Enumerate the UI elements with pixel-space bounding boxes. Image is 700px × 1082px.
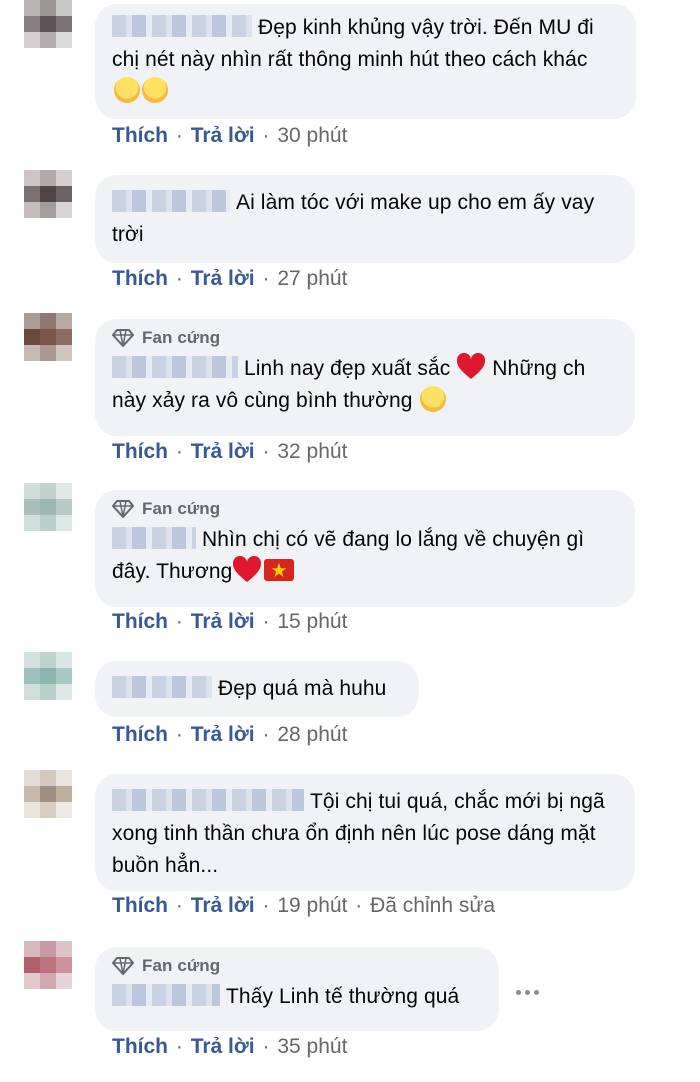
face-with-hand-over-mouth-emoji <box>142 77 168 103</box>
like-link[interactable]: Thích <box>112 894 168 917</box>
avatar[interactable] <box>24 770 72 818</box>
commenter-name-blurred[interactable] <box>112 15 252 37</box>
comment-bubble: Tội chị tui quá, chắc mới bị ngã xong ti… <box>95 774 635 891</box>
separator-dot: · <box>175 1035 183 1058</box>
avatar[interactable] <box>24 170 72 218</box>
comment-bubble: Ai làm tóc với make up cho em ấy vay trờ… <box>95 175 635 263</box>
separator-dot: · <box>175 267 183 290</box>
reply-link[interactable]: Trả lời <box>191 1035 255 1058</box>
separator-dot: · <box>262 610 270 633</box>
like-link[interactable]: Thích <box>112 124 168 147</box>
commenter-name-blurred[interactable] <box>112 190 230 212</box>
comment-actions: Thích · Trả lời · 30 phút <box>112 124 347 148</box>
commenter-name-blurred[interactable] <box>112 789 304 811</box>
like-link[interactable]: Thích <box>112 1035 168 1058</box>
face-with-hand-over-mouth-emoji <box>114 77 140 103</box>
heart-emoji <box>233 556 262 582</box>
like-link[interactable]: Thích <box>112 440 168 463</box>
comment-text: Linh nay đẹp xuất sắc <box>244 357 451 380</box>
separator-dot: · <box>355 894 363 917</box>
commenter-name-blurred[interactable] <box>112 984 220 1006</box>
top-fan-badge[interactable]: Fan cứng <box>112 953 483 979</box>
separator-dot: · <box>175 723 183 746</box>
top-fan-badge[interactable]: Fan cứng <box>112 496 619 522</box>
separator-dot: · <box>262 894 270 917</box>
timestamp[interactable]: 30 phút <box>277 124 347 147</box>
like-link[interactable]: Thích <box>112 267 168 290</box>
comment-actions: Thích · Trả lời · 35 phút <box>112 1035 347 1059</box>
comment-text: Thấy Linh tế thường quá <box>226 985 460 1008</box>
timestamp[interactable]: 27 phút <box>277 267 347 290</box>
avatar[interactable] <box>24 0 72 48</box>
comment-actions: Thích · Trả lời · 19 phút · Đã chỉnh sửa <box>112 894 495 918</box>
separator-dot: · <box>262 440 270 463</box>
separator-dot: · <box>175 440 183 463</box>
more-dots-icon[interactable] <box>516 986 544 998</box>
commenter-name-blurred[interactable] <box>112 527 196 549</box>
reply-link[interactable]: Trả lời <box>191 267 255 290</box>
timestamp[interactable]: 15 phút <box>277 610 347 633</box>
comment-bubble: Fan cứng Linh nay đẹp xuất sắc Những ch … <box>95 319 635 436</box>
reply-link[interactable]: Trả lời <box>191 124 255 147</box>
badge-label: Fan cứng <box>142 956 221 975</box>
separator-dot: · <box>175 610 183 633</box>
comment-text: Đẹp quá mà huhu <box>218 677 387 700</box>
like-link[interactable]: Thích <box>112 723 168 746</box>
relieved-face-emoji <box>420 386 447 412</box>
timestamp[interactable]: 32 phút <box>277 440 347 463</box>
separator-dot: · <box>175 124 183 147</box>
badge-label: Fan cứng <box>142 499 221 518</box>
timestamp[interactable]: 35 phút <box>277 1035 347 1058</box>
top-fan-badge[interactable]: Fan cứng <box>112 325 619 351</box>
comment-actions: Thích · Trả lời · 15 phút <box>112 610 347 634</box>
timestamp[interactable]: 19 phút <box>277 894 347 917</box>
diamond-icon <box>112 329 134 347</box>
reply-link[interactable]: Trả lời <box>191 723 255 746</box>
vietnam-flag-emoji <box>264 559 295 581</box>
separator-dot: · <box>175 894 183 917</box>
diamond-icon <box>112 500 134 518</box>
like-link[interactable]: Thích <box>112 610 168 633</box>
avatar[interactable] <box>24 941 72 989</box>
reply-link[interactable]: Trả lời <box>191 610 255 633</box>
heart-emoji <box>457 353 486 379</box>
reply-link[interactable]: Trả lời <box>191 440 255 463</box>
comment-bubble: Fan cứng Nhìn chị có vẽ đang lo lắng về … <box>95 490 635 607</box>
separator-dot: · <box>262 1035 270 1058</box>
commenter-name-blurred[interactable] <box>112 356 238 378</box>
comment-bubble: Fan cứng Thấy Linh tế thường quá <box>95 947 499 1031</box>
commenter-name-blurred[interactable] <box>112 676 212 698</box>
badge-label: Fan cứng <box>142 328 221 347</box>
comment-bubble: Đẹp quá mà huhu <box>95 661 419 717</box>
separator-dot: · <box>262 267 270 290</box>
comment-actions: Thích · Trả lời · 27 phút <box>112 267 347 291</box>
avatar[interactable] <box>24 313 72 361</box>
comment-bubble: Đẹp kinh khủng vậy trời. Đến MU đi chị n… <box>95 4 636 119</box>
separator-dot: · <box>262 124 270 147</box>
avatar[interactable] <box>24 483 72 531</box>
timestamp[interactable]: 28 phút <box>277 723 347 746</box>
comment-actions: Thích · Trả lời · 28 phút <box>112 723 347 747</box>
edited-label[interactable]: Đã chỉnh sửa <box>370 894 495 917</box>
avatar[interactable] <box>24 652 72 700</box>
diamond-icon <box>112 957 134 975</box>
comment-actions: Thích · Trả lời · 32 phút <box>112 440 347 464</box>
separator-dot: · <box>262 723 270 746</box>
reply-link[interactable]: Trả lời <box>191 894 255 917</box>
